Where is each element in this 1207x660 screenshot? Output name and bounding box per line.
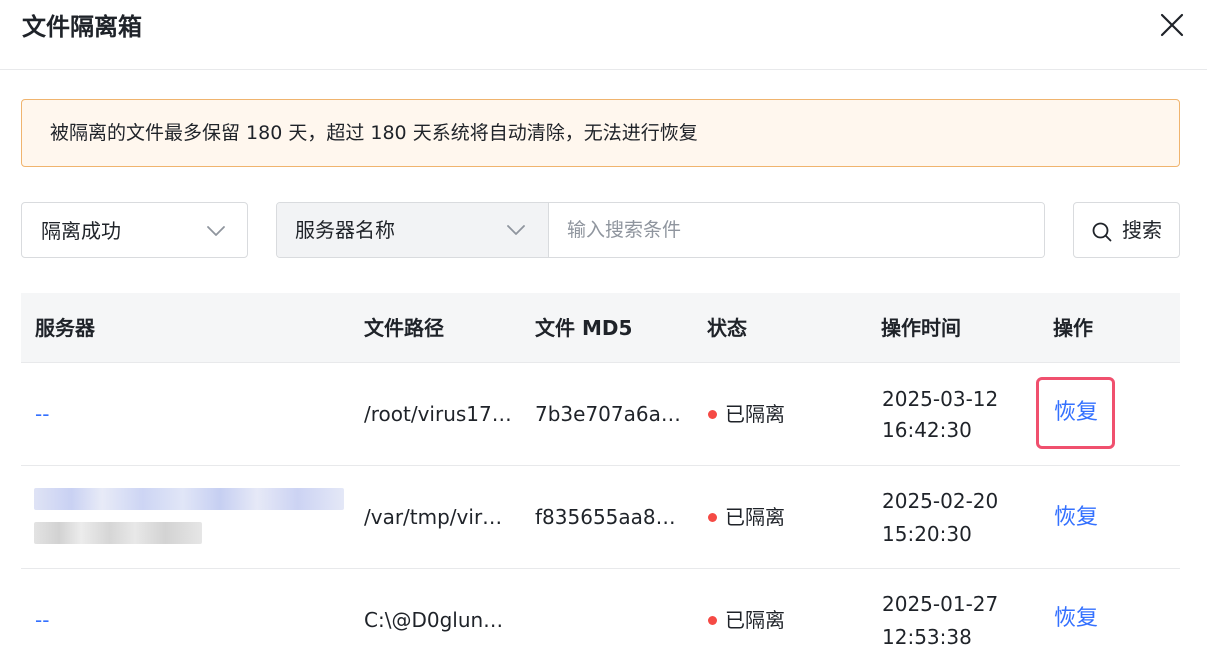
file-path: /var/tmp/viru… [364,505,514,529]
status-badge: 已隔离 [725,505,785,529]
operation-time: 16:42:30 [882,418,972,442]
notice-text: 被隔离的文件最多保留 180 天，超过 180 天系统将自动清除，无法进行恢复 [50,122,698,144]
search-field-select[interactable]: 服务器名称 [277,203,549,257]
quarantine-dialog: 文件隔离箱 被隔离的文件最多保留 180 天，超过 180 天系统将自动清除，无… [0,0,1207,660]
operation-date: 2025-01-27 [882,592,999,616]
operation-date: 2025-03-12 [882,387,999,411]
file-path: /root/virus17… [364,402,512,426]
search-input[interactable] [549,203,1044,257]
table-row: -- /root/virus17… 7b3e707a6a… 已隔离 2025-0… [21,363,1180,466]
restore-button[interactable]: 恢复 [1054,399,1098,427]
dialog-title: 文件隔离箱 [22,13,142,41]
search-button[interactable]: 搜索 [1073,202,1180,258]
status-filter-value: 隔离成功 [41,219,121,243]
status-dot [708,513,717,522]
restore-button[interactable]: 恢复 [1054,504,1098,532]
server-name-redacted[interactable] [34,488,344,548]
file-md5: f835655aa8… [535,505,676,529]
status-badge: 已隔离 [725,402,785,426]
close-button[interactable] [1158,11,1186,39]
column-header-md5: 文件 MD5 [535,316,633,340]
search-field-value: 服务器名称 [295,218,395,242]
column-header-server: 服务器 [35,316,95,340]
status-dot [708,410,717,419]
status-badge: 已隔离 [725,608,785,632]
column-header-time: 操作时间 [881,316,961,340]
search-button-label: 搜索 [1122,218,1162,242]
table-row: /var/tmp/viru… f835655aa8… 已隔离 2025-02-2… [21,466,1180,569]
chevron-down-icon [507,225,525,235]
column-header-action: 操作 [1053,316,1093,340]
operation-time: 15:20:30 [882,522,972,546]
search-group: 服务器名称 [276,202,1045,258]
chevron-down-icon [207,226,225,236]
file-md5: 7b3e707a6a… [535,402,681,426]
close-icon [1160,13,1184,37]
operation-date: 2025-02-20 [882,489,999,513]
retention-notice: 被隔离的文件最多保留 180 天，超过 180 天系统将自动清除，无法进行恢复 [21,99,1180,167]
status-dot [708,616,717,625]
restore-button[interactable]: 恢复 [1054,605,1098,633]
table-row: -- C:\@D0glun… 已隔离 2025-01-27 12:53:38 恢… [21,569,1180,660]
dialog-header: 文件隔离箱 [0,0,1207,70]
server-link[interactable]: -- [35,607,49,633]
status-filter-select[interactable]: 隔离成功 [21,202,248,258]
column-header-status: 状态 [707,316,747,340]
operation-time: 12:53:38 [882,625,972,649]
search-icon [1092,222,1112,242]
file-path: C:\@D0glun… [364,608,504,632]
column-header-path: 文件路径 [364,316,444,340]
server-link[interactable]: -- [35,401,49,427]
quarantine-table: 服务器 文件路径 文件 MD5 状态 操作时间 操作 -- /root/viru… [21,293,1180,660]
table-header: 服务器 文件路径 文件 MD5 状态 操作时间 操作 [21,293,1180,363]
